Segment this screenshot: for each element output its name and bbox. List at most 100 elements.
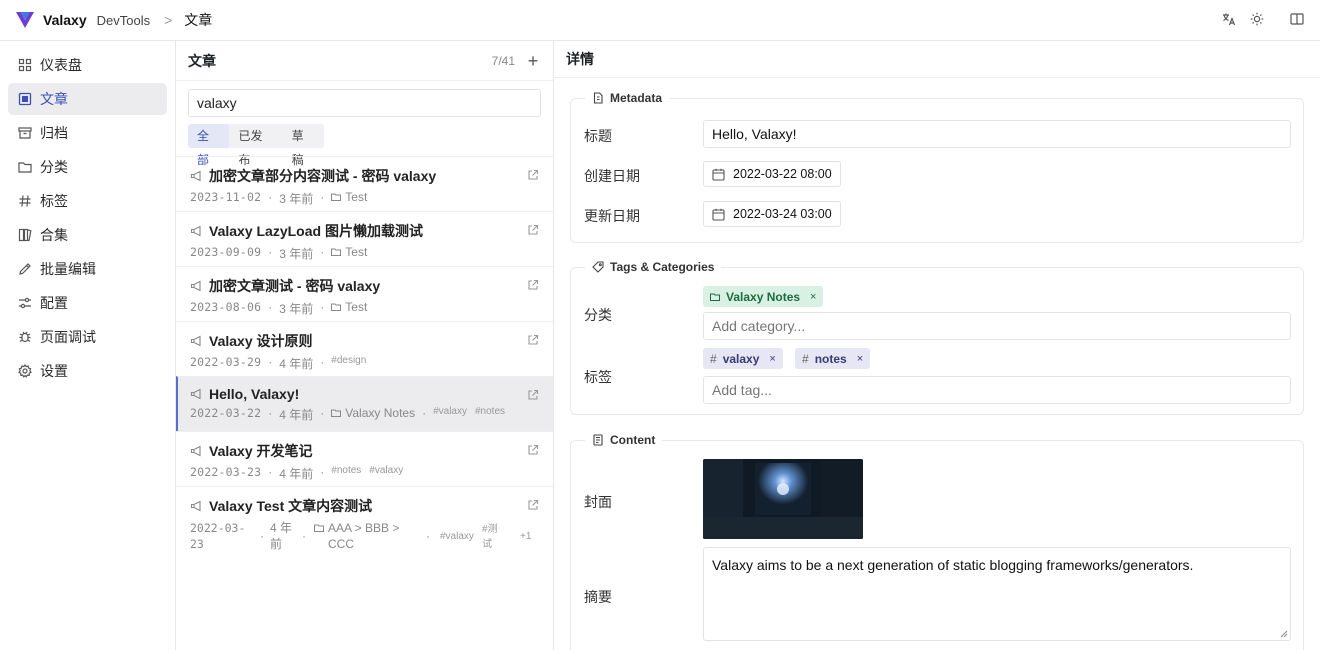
folder-icon [18,162,32,173]
post-category: Test [331,190,367,204]
list-item[interactable]: Valaxy Test 文章内容测试 2022-03- 23 · 4 年前 · A… [176,486,553,552]
list-item[interactable]: 加密文章部分内容测试 - 密码 valaxy 2023-11-02 · 3 年前… [176,156,553,211]
status-filter: 全部 已发布 草稿 [188,124,324,167]
post-tag: #valaxy [433,406,467,417]
external-link-icon[interactable] [527,224,539,236]
brand[interactable]: Valaxy DevTools [15,11,150,29]
sidebar-item-dashboard[interactable]: 仪表盘 [8,49,167,81]
post-meta: 2023-09-09 · 3 年前 · Test [190,245,541,262]
post-ago-line1: 4 年 [270,521,293,535]
list-item[interactable]: 加密文章测试 - 密码 valaxy 2023-08-06 · 3 年前 · T… [176,266,553,321]
post-date: 2022-03-23 [190,465,262,479]
post-title-text: Valaxy Test 文章内容测试 [209,498,373,514]
file-icon [593,92,603,104]
hash-icon: # [802,351,809,366]
title-input[interactable]: Hello, Valaxy! [703,120,1291,148]
remove-tag-button[interactable]: × [769,353,775,365]
content-legend: Content [585,433,663,447]
post-title: Valaxy 设计原则 [190,331,541,351]
sidebar-item-config[interactable]: 配置 [8,287,167,319]
meta-dot: · [320,300,325,314]
search-input[interactable] [188,89,541,117]
breadcrumb-page[interactable]: 文章 [184,10,212,30]
meta-dot: · [268,355,273,369]
external-link-icon[interactable] [527,389,539,401]
sidebar-item-tags[interactable]: 标签 [8,185,167,217]
sidebar-item-page-debug[interactable]: 页面调试 [8,321,167,353]
meta-dot: · [268,245,273,259]
list-item[interactable]: Valaxy 开发笔记 2022-03-23 · 4 年前 · #notes #… [176,431,553,486]
cover-image[interactable] [703,459,863,539]
brand-name: Valaxy [43,12,87,28]
post-meta: 2023-11-02 · 3 年前 · Test [190,190,541,207]
post-count: 7/41 [491,53,515,68]
meta-dot: · [260,529,264,543]
filter-draft[interactable]: 草稿 [283,124,324,167]
sidebar-item-articles[interactable]: 文章 [8,83,167,115]
post-tag: #notes [474,406,506,417]
post-category: Test [331,300,367,314]
sun-icon[interactable] [1250,12,1264,26]
post-list-header: 文章 7/41 + [176,41,553,81]
post-category: Valaxy Notes [331,406,415,420]
megaphone-icon [190,225,201,237]
tag-chip-text: valaxy [722,351,760,366]
external-link-icon[interactable] [527,279,539,291]
external-link-icon[interactable] [527,334,539,346]
megaphone-icon [190,280,201,292]
post-ago: 4 年前 [279,467,314,481]
post-date: 2022-03-23 [190,520,260,552]
sidebar-item-categories[interactable]: 分类 [8,151,167,183]
post-tag-line2: 试 [482,539,492,550]
post-meta: 2022-03- 23 · 4 年前 · AAA > BBB > CCC · #va… [190,520,541,552]
content-legend-text: Content [610,433,656,447]
post-tag: #notes [331,465,362,476]
filter-published[interactable]: 已发布 [229,124,282,167]
category-chip: Valaxy Notes × [703,286,824,307]
external-link-icon[interactable] [527,499,539,511]
post-title-text: Valaxy 开发笔记 [209,443,313,459]
folder-icon [331,409,342,417]
external-link-icon[interactable] [527,169,539,181]
sidebar-item-label: 仪表盘 [40,57,82,73]
resize-handle-icon[interactable] [1280,630,1288,638]
post-title-text: Valaxy LazyLoad 图片懒加载测试 [209,223,423,239]
post-category-text: Valaxy Notes [345,406,416,420]
sidebar-item-batch-edit[interactable]: 批量编辑 [8,253,167,285]
tag-input[interactable]: Add tag... [703,376,1291,404]
sidebar-item-collections[interactable]: 合集 [8,219,167,251]
add-post-button[interactable]: + [525,52,541,70]
post-ago: 3 年前 [279,302,314,316]
meta-dot: · [426,529,430,543]
post-tag: #测试 [482,520,520,552]
sidebar-item-label: 设置 [40,363,68,379]
created-date-picker[interactable]: 2022-03-22 08:00 [703,161,841,187]
category-input[interactable]: Add category... [703,312,1291,340]
document-icon [593,434,603,446]
sidebar-item-label: 归档 [40,125,68,141]
post-meta: 2023-08-06 · 3 年前 · Test [190,300,541,317]
sliders-icon [19,297,31,309]
post-category: AAA > BBB > CCC [314,520,426,552]
meta-dot: · [268,406,273,420]
sidebar-item-label: 标签 [40,193,68,209]
list-item[interactable]: Valaxy LazyLoad 图片懒加载测试 2023-09-09 · 3 年… [176,211,553,266]
post-category-line1: AAA > BBB > [328,521,400,535]
remove-category-button[interactable]: × [810,291,816,303]
meta-dot: · [320,355,325,369]
book-open-icon[interactable] [1290,12,1304,26]
list-item[interactable]: Valaxy 设计原则 2022-03-29 · 4 年前 · #design [176,321,553,376]
external-link-icon[interactable] [527,444,539,456]
post-tag-line1: #测 [482,524,498,535]
filter-all[interactable]: 全部 [188,124,230,167]
translate-icon[interactable] [1222,12,1236,26]
megaphone-icon [190,170,201,182]
sidebar-item-settings[interactable]: 设置 [8,355,167,387]
excerpt-textarea[interactable]: Valaxy aims to be a next generation of s… [703,547,1291,641]
post-date: 2022-03-29 [190,355,262,369]
created-date-label: 创建日期 [584,168,640,184]
sidebar-item-archive[interactable]: 归档 [8,117,167,149]
remove-tag-button[interactable]: × [857,353,863,365]
list-item-selected[interactable]: Hello, Valaxy! 2022-03-22 · 4 年前 · Valax… [176,376,553,431]
updated-date-picker[interactable]: 2022-03-24 03:00 [703,201,841,227]
